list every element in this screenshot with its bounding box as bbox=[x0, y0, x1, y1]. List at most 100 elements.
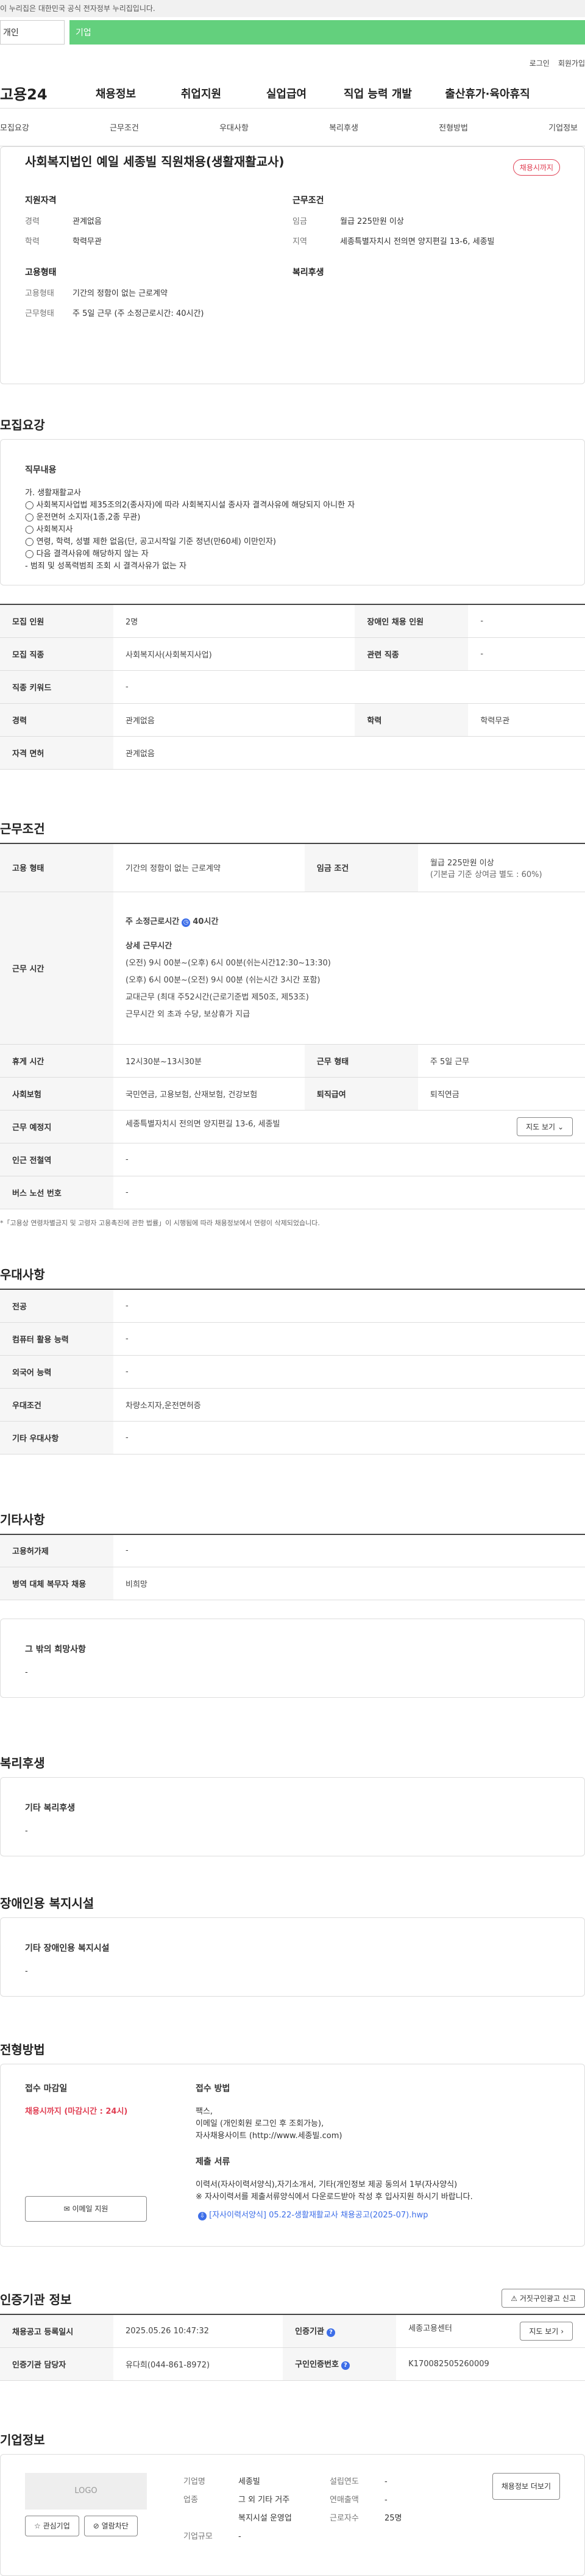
cell-value: 관계없음 bbox=[113, 703, 355, 737]
inst-label: 인증기관 bbox=[295, 2327, 325, 2337]
table-row: 고용허가제 - bbox=[0, 1534, 585, 1567]
attachment-link[interactable]: ⇩ [자사이력서양식] 05.22-생활재활교사 채용공고(2025-07).h… bbox=[196, 2209, 560, 2222]
pay-line: (기본급 기준 상여금 별도 : 60%) bbox=[430, 870, 542, 879]
subnav-item[interactable]: 전형방법 bbox=[439, 121, 468, 133]
org-map-button[interactable]: 지도 보기 › bbox=[520, 2321, 573, 2341]
doc-title: 제출 서류 bbox=[196, 2157, 230, 2167]
deadline-title: 접수 마감일 bbox=[25, 2084, 68, 2094]
block-icon: ⊘ bbox=[93, 2521, 99, 2530]
menu-item[interactable]: 실업급여 bbox=[244, 85, 329, 101]
org-title: 인증기관 정보 bbox=[0, 2292, 72, 2307]
duty-line: ◯ 다음 결격사유에 해당하지 않는 자 bbox=[25, 549, 149, 559]
cell-key: 학력 bbox=[355, 703, 469, 737]
label: 설립연도 bbox=[330, 2477, 359, 2486]
cell-value: - bbox=[468, 637, 585, 671]
block-button[interactable]: ⊘ 열람차단 bbox=[83, 2515, 138, 2536]
cell-key: 인근 전철역 bbox=[0, 1143, 113, 1176]
duty-line: ◯ 운전면허 소지자(1종,2종 무관) bbox=[25, 513, 141, 522]
map-button-label: 지도 보기 bbox=[526, 1123, 556, 1131]
chevron-down-icon: ⌄ bbox=[557, 1123, 564, 1131]
value: 복지시설 운영업 bbox=[238, 2513, 292, 2523]
cell-key: 버스 노선 번호 bbox=[0, 1176, 113, 1209]
cell-value: 주 5일 근무 bbox=[417, 1044, 585, 1078]
table-row: 모집 직종 사회복지사(사회복지사업) 관련 직종 - bbox=[0, 637, 585, 671]
signup-link[interactable]: 회원가입 bbox=[558, 58, 585, 68]
report-button[interactable]: ⚠ 거짓구인광고 신고 bbox=[502, 2289, 585, 2308]
favorite-button[interactable]: ☆ 관심기업 bbox=[25, 2515, 79, 2536]
pay-line: 월급 225만원 이상 bbox=[430, 858, 494, 868]
table-row: 우대조건 차량소지자,운전면허증 bbox=[0, 1388, 585, 1422]
warning-icon: ⚠ bbox=[511, 2294, 518, 2303]
subnav-item[interactable]: 기업정보 bbox=[548, 121, 578, 133]
value: - bbox=[385, 2477, 388, 2486]
cell-key: 근무 예정지 bbox=[0, 1110, 113, 1143]
cell-key: 모집 인원 bbox=[0, 604, 113, 638]
favorite-label: 관심기업 bbox=[43, 2521, 70, 2530]
cell-key: 컴퓨터 활용 능력 bbox=[0, 1322, 113, 1356]
menu-item[interactable]: 취업지원 bbox=[158, 85, 244, 101]
value: 월급 225만원 이상 bbox=[340, 217, 404, 226]
gov-bar: 이 누리집은 대한민국 공식 전자정부 누리집입니다. bbox=[0, 0, 585, 17]
cell-value: - bbox=[113, 1534, 585, 1567]
subnav-item[interactable]: 우대사항 bbox=[219, 121, 249, 133]
hope-value: - bbox=[25, 1668, 28, 1677]
value: - bbox=[238, 2531, 241, 2541]
global-nav: 고용24 채용정보 취업지원 실업급여 직업 능력 개발 출산휴가·육아휴직 bbox=[0, 78, 585, 109]
way-line: 팩스, bbox=[196, 2107, 213, 2116]
info-icon[interactable]: ? bbox=[327, 2328, 336, 2338]
mail-icon: ✉ bbox=[63, 2205, 70, 2213]
cell-value: 사회복지사(사회복지사업) bbox=[113, 637, 355, 671]
table-row: 근무 예정지 세종특별자치시 전의면 양지편길 13-6, 세종빌 지도 보기 ⌄ bbox=[0, 1110, 585, 1143]
more-jobs-button[interactable]: 채용정보 더보기 bbox=[492, 2472, 560, 2500]
cell-key: 자격 면허 bbox=[0, 736, 113, 770]
cell-value: 국민연금, 고용보험, 산재보험, 건강보험 bbox=[113, 1077, 305, 1111]
subnav-item[interactable]: 모집요강 bbox=[0, 121, 29, 133]
way-line: 이메일 (개인회원 로그인 후 조회가능), bbox=[196, 2119, 324, 2128]
label: 지역 bbox=[292, 237, 307, 246]
cell-key: 직종 키워드 bbox=[0, 670, 113, 704]
site-logo[interactable]: 고용24 bbox=[0, 82, 73, 104]
tab-personal[interactable]: 개인 bbox=[0, 20, 65, 45]
cell-value: 퇴직연금 bbox=[417, 1077, 585, 1111]
value: 25명 bbox=[385, 2513, 402, 2523]
cell-value: 세종특별자치시 전의면 양지편길 13-6, 세종빌 지도 보기 ⌄ bbox=[113, 1110, 585, 1143]
info-icon[interactable]: ? bbox=[341, 2361, 350, 2370]
subnav-item[interactable]: 근무조건 bbox=[110, 121, 139, 133]
map-button[interactable]: 지도 보기 ⌄ bbox=[517, 1117, 573, 1136]
status-badge: 채용시까지 bbox=[512, 159, 560, 176]
deadline-value: 채용시까지 (마감시간 : 24시) bbox=[25, 2107, 128, 2116]
time-value: 40시간 bbox=[193, 917, 219, 926]
tab-company[interactable]: 기업 bbox=[69, 20, 585, 45]
table-row: 전공 - bbox=[0, 1289, 585, 1323]
cell-value: 2명 bbox=[113, 604, 355, 638]
table-row: 자격 면허 관계없음 bbox=[0, 736, 585, 770]
menu-item[interactable]: 직업 능력 개발 bbox=[329, 85, 427, 101]
time-line: 근무시간 외 초과 수당, 보상휴가 지급 bbox=[126, 1009, 250, 1019]
value: 학력무관 bbox=[73, 237, 102, 246]
menu-item[interactable]: 채용정보 bbox=[73, 85, 158, 101]
map-label: 지도 보기 bbox=[529, 2327, 559, 2336]
time-line: (오후) 6시 00분~(오전) 9시 00분 (쉬는시간 3시간 포함) bbox=[126, 975, 321, 985]
email-apply-button[interactable]: ✉ 이메일 지원 bbox=[25, 2196, 147, 2222]
login-link[interactable]: 로그인 bbox=[530, 58, 550, 68]
block-label: 열람차단 bbox=[101, 2521, 129, 2530]
email-apply-label: 이메일 지원 bbox=[72, 2205, 108, 2213]
attachment-icon: ⇩ bbox=[198, 2212, 207, 2220]
value: 세종특별자치시 전의면 양지편길 13-6, 세종빌 bbox=[340, 237, 495, 246]
menu-item[interactable]: 출산휴가·육아휴직 bbox=[427, 85, 548, 101]
way-title: 접수 방법 bbox=[196, 2084, 230, 2094]
value: - bbox=[385, 2495, 388, 2505]
cell-key: 채용공고 등록일시 bbox=[0, 2314, 113, 2348]
cell-value: - bbox=[113, 1143, 585, 1176]
cell-key: 임금 조건 bbox=[304, 843, 418, 892]
cell-key: 근무 형태 bbox=[304, 1044, 418, 1078]
company-left: LOGO ☆ 관심기업 ⊘ 열람차단 bbox=[25, 2472, 183, 2557]
disab-box: 기타 장애인용 복지시설 - bbox=[0, 1917, 585, 1997]
subnav-item[interactable]: 복리후생 bbox=[329, 121, 358, 133]
cell-key: 인증기관? bbox=[283, 2314, 397, 2348]
duty-title: 직무내용 bbox=[25, 465, 57, 475]
cell-key: 모집 직종 bbox=[0, 637, 113, 671]
section-title: 인증기관 정보 ⚠ 거짓구인광고 신고 bbox=[0, 2247, 585, 2314]
time-detail-title: 상세 근무시간 bbox=[126, 941, 172, 951]
value: 그 외 기타 거주 bbox=[238, 2495, 290, 2505]
